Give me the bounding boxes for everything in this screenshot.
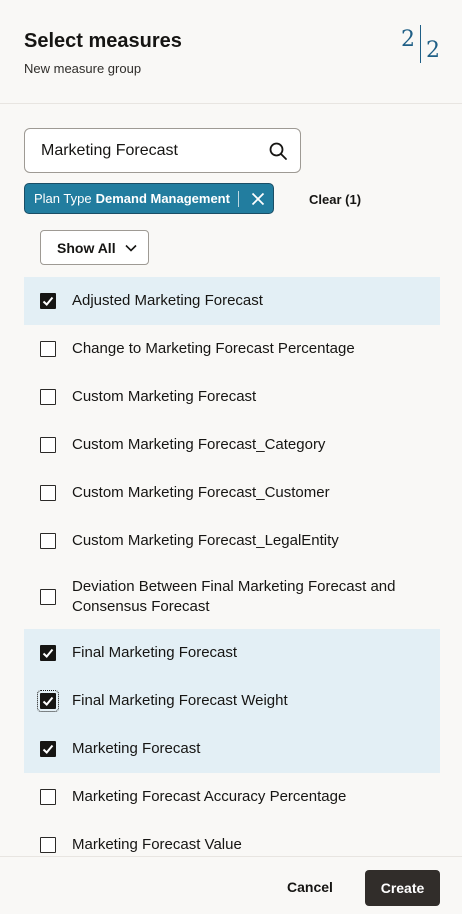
measure-label: Final Marketing Forecast Weight bbox=[72, 692, 288, 709]
measure-checkbox[interactable] bbox=[40, 645, 56, 661]
filter-chip-divider bbox=[237, 190, 239, 207]
clear-filters-link[interactable]: Clear (1) bbox=[309, 192, 361, 207]
measure-checkbox[interactable] bbox=[40, 341, 56, 357]
filter-chip-value: Demand Management bbox=[95, 191, 230, 206]
measure-checkbox[interactable] bbox=[40, 589, 56, 605]
measure-label: Adjusted Marketing Forecast bbox=[72, 292, 263, 309]
measure-label: Marketing Forecast Accuracy Percentage bbox=[72, 788, 347, 805]
measure-label: Custom Marketing Forecast bbox=[72, 388, 257, 405]
measure-checkbox[interactable] bbox=[40, 485, 56, 501]
step-indicator: 2 2 bbox=[401, 24, 440, 64]
check-icon bbox=[42, 744, 54, 754]
dialog-footer: Cancel Create bbox=[0, 856, 462, 914]
check-icon bbox=[42, 696, 54, 706]
measure-label: Deviation Between Final Marketing Foreca… bbox=[72, 578, 396, 615]
measure-label: Marketing Forecast bbox=[72, 740, 201, 757]
measure-label: Custom Marketing Forecast_Customer bbox=[72, 484, 330, 501]
chevron-down-icon bbox=[125, 244, 137, 252]
search-input[interactable]: Marketing Forecast bbox=[24, 128, 301, 173]
step-current: 2 bbox=[401, 26, 415, 52]
measure-label: Change to Marketing Forecast Percentage bbox=[72, 340, 355, 357]
measure-checkbox[interactable] bbox=[40, 437, 56, 453]
list-item[interactable]: Marketing Forecast Accuracy Percentage bbox=[24, 773, 440, 821]
measure-label: Custom Marketing Forecast_LegalEntity bbox=[72, 532, 339, 549]
list-item[interactable]: Custom Marketing Forecast_Category bbox=[24, 421, 440, 469]
measure-checkbox[interactable] bbox=[40, 533, 56, 549]
create-button[interactable]: Create bbox=[365, 870, 440, 906]
measure-checkbox[interactable] bbox=[40, 789, 56, 805]
close-icon[interactable] bbox=[243, 184, 273, 213]
measure-checkbox[interactable] bbox=[40, 389, 56, 405]
list-item[interactable]: Custom Marketing Forecast_LegalEntity bbox=[24, 517, 440, 565]
list-item[interactable]: Marketing Forecast bbox=[24, 725, 440, 773]
measure-label: Marketing Forecast Value bbox=[72, 836, 242, 853]
page-title: Select measures bbox=[24, 30, 182, 52]
filter-chip-plan-type[interactable]: Plan Type Demand Management bbox=[24, 183, 274, 214]
measure-checkbox[interactable] bbox=[40, 293, 56, 309]
cancel-button[interactable]: Cancel bbox=[275, 879, 345, 895]
measure-label: Final Marketing Forecast bbox=[72, 644, 238, 661]
show-all-dropdown[interactable]: Show All bbox=[40, 230, 149, 265]
list-item[interactable]: Custom Marketing Forecast bbox=[24, 373, 440, 421]
filter-chip-label: Plan Type bbox=[34, 191, 92, 206]
measure-checkbox[interactable] bbox=[37, 690, 59, 712]
list-item[interactable]: Final Marketing Forecast bbox=[24, 629, 440, 677]
measure-label: Custom Marketing Forecast_Category bbox=[72, 436, 326, 453]
dialog-header: Select measures New measure group 2 2 bbox=[0, 0, 462, 104]
list-item[interactable]: Custom Marketing Forecast_Customer bbox=[24, 469, 440, 517]
measure-checkbox[interactable] bbox=[40, 837, 56, 853]
search-input-value[interactable]: Marketing Forecast bbox=[41, 142, 268, 160]
page-subtitle: New measure group bbox=[24, 61, 142, 76]
show-all-label: Show All bbox=[57, 239, 116, 256]
step-divider bbox=[420, 25, 421, 63]
list-item[interactable]: Deviation Between Final Marketing Foreca… bbox=[24, 565, 440, 629]
list-item[interactable]: Change to Marketing Forecast Percentage bbox=[24, 325, 440, 373]
check-icon bbox=[42, 296, 54, 306]
measure-checkbox[interactable] bbox=[40, 741, 56, 757]
search-icon[interactable] bbox=[268, 141, 288, 161]
check-icon bbox=[42, 648, 54, 658]
list-item[interactable]: Adjusted Marketing Forecast bbox=[24, 277, 440, 325]
step-total: 2 bbox=[426, 37, 440, 63]
list-item[interactable]: Final Marketing Forecast Weight bbox=[24, 677, 440, 725]
